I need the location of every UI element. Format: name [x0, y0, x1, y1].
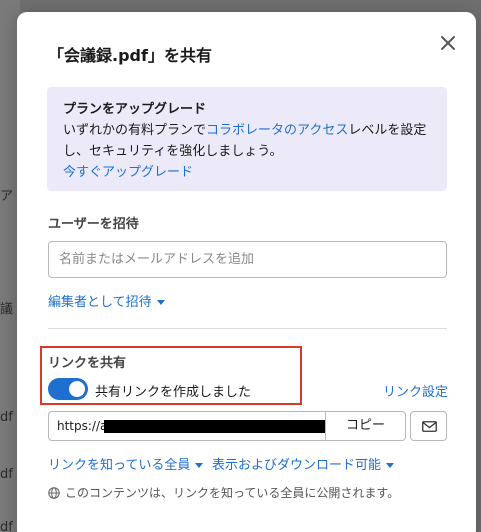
- background-row-text: df: [0, 410, 13, 425]
- share-url-text: https://a: [57, 419, 108, 433]
- link-audience-dropdown[interactable]: リンクを知っている全員: [48, 454, 204, 473]
- close-button[interactable]: [437, 32, 459, 54]
- upgrade-text-before: いずれかの有料プランで: [63, 123, 207, 138]
- chevron-down-icon: [386, 463, 395, 468]
- collaborator-access-link[interactable]: コラボレータのアクセス: [206, 123, 348, 138]
- share-dialog: 「会議録.pdf」を共有 プランをアップグレード いずれかの有料プランでコラボレ…: [17, 12, 476, 532]
- public-notice-text: このコンテンツは、リンクを知っている全員に公開されます。: [65, 486, 400, 500]
- chevron-down-icon: [156, 300, 165, 305]
- share-link-toggle[interactable]: [48, 378, 88, 400]
- upgrade-now-link[interactable]: 今すぐアップグレード: [63, 162, 431, 183]
- close-icon: [441, 36, 455, 50]
- share-link-section-label: リンクを共有: [48, 356, 127, 371]
- mail-icon: [422, 421, 437, 432]
- section-divider: [48, 328, 447, 329]
- background-row-text: df: [0, 520, 13, 532]
- redaction-bar: [104, 420, 325, 433]
- toggle-knob: [69, 381, 85, 397]
- invite-input[interactable]: [48, 241, 447, 278]
- link-permission-dropdown[interactable]: 表示およびダウンロード可能: [212, 454, 395, 473]
- invite-role-label: 編集者として招待: [48, 295, 152, 310]
- invite-role-dropdown[interactable]: 編集者として招待: [48, 291, 165, 310]
- background-row-text: ア: [0, 189, 14, 204]
- background-row-text: 議: [0, 302, 14, 317]
- share-url-field[interactable]: https://a: [48, 411, 327, 441]
- link-audience-label: リンクを知っている全員: [48, 458, 191, 473]
- dialog-title: 「会議録.pdf」を共有: [48, 46, 212, 65]
- copy-button[interactable]: コピー: [325, 411, 406, 441]
- upgrade-title: プランをアップグレード: [63, 102, 207, 117]
- link-settings-link[interactable]: リンク設定: [383, 381, 448, 400]
- upgrade-banner: プランをアップグレード いずれかの有料プランでコラボレータのアクセスレベルを設定…: [47, 87, 447, 191]
- chevron-down-icon: [195, 463, 204, 468]
- email-link-button[interactable]: [410, 411, 447, 441]
- public-notice: このコンテンツは、リンクを知っている全員に公開されます。: [48, 484, 399, 501]
- upgrade-text: いずれかの有料プランでコラボレータのアクセスレベルを設定し、セキュリティを強化し…: [63, 120, 431, 162]
- globe-icon: [48, 487, 60, 499]
- link-permission-label: 表示およびダウンロード可能: [212, 458, 382, 473]
- background-row-text: df: [0, 467, 13, 482]
- share-link-toggle-label: 共有リンクを作成しました: [95, 385, 252, 400]
- invite-section-label: ユーザーを招待: [48, 217, 139, 232]
